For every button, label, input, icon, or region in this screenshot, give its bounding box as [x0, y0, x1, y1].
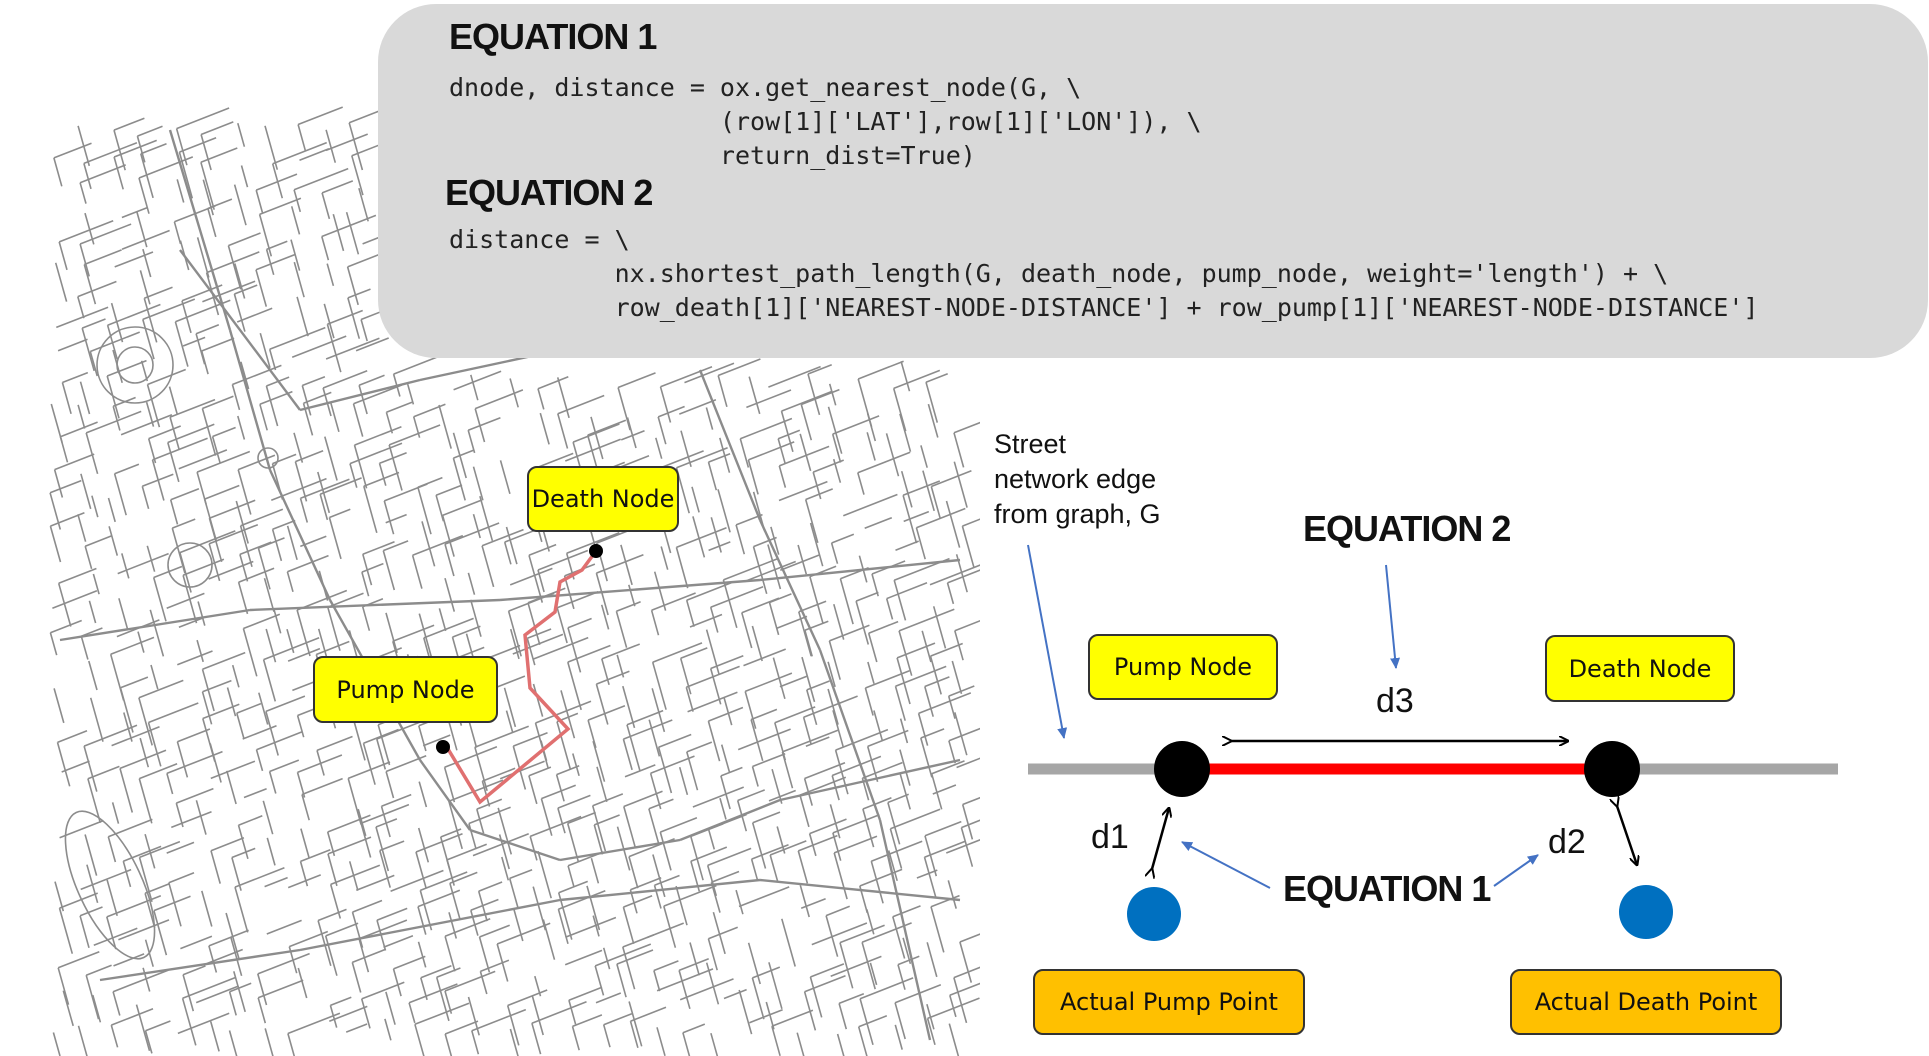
street-edge-label: Street network edge from graph, G: [994, 429, 1161, 529]
equation1-diagram-label: EQUATION 1: [1283, 868, 1491, 909]
equation2-diagram-label: EQUATION 2: [1303, 508, 1511, 549]
actual-death-point-label: Actual Death Point: [1510, 969, 1782, 1035]
diagram-death-node-label: Death Node: [1545, 635, 1735, 702]
d1-arrow: [1152, 808, 1169, 869]
d1-label: d1: [1091, 818, 1129, 856]
death-node-circle: [1584, 741, 1640, 797]
diagram-pump-node-label: Pump Node: [1088, 634, 1278, 700]
equation1-pointer-right: [1493, 854, 1539, 887]
equation2-pointer: [1385, 564, 1401, 669]
d2-label: d2: [1548, 823, 1586, 861]
d3-label: d3: [1376, 682, 1414, 720]
actual-pump-point-circle: [1127, 887, 1181, 941]
pump-node-circle: [1154, 741, 1210, 797]
d2-arrow: [1617, 806, 1637, 865]
actual-death-point-circle: [1619, 885, 1673, 939]
street-label-pointer: [1027, 544, 1068, 739]
actual-pump-point-label: Actual Pump Point: [1033, 969, 1305, 1035]
distance-schematic: [1027, 544, 1838, 941]
equation1-pointer-left: [1181, 841, 1271, 889]
